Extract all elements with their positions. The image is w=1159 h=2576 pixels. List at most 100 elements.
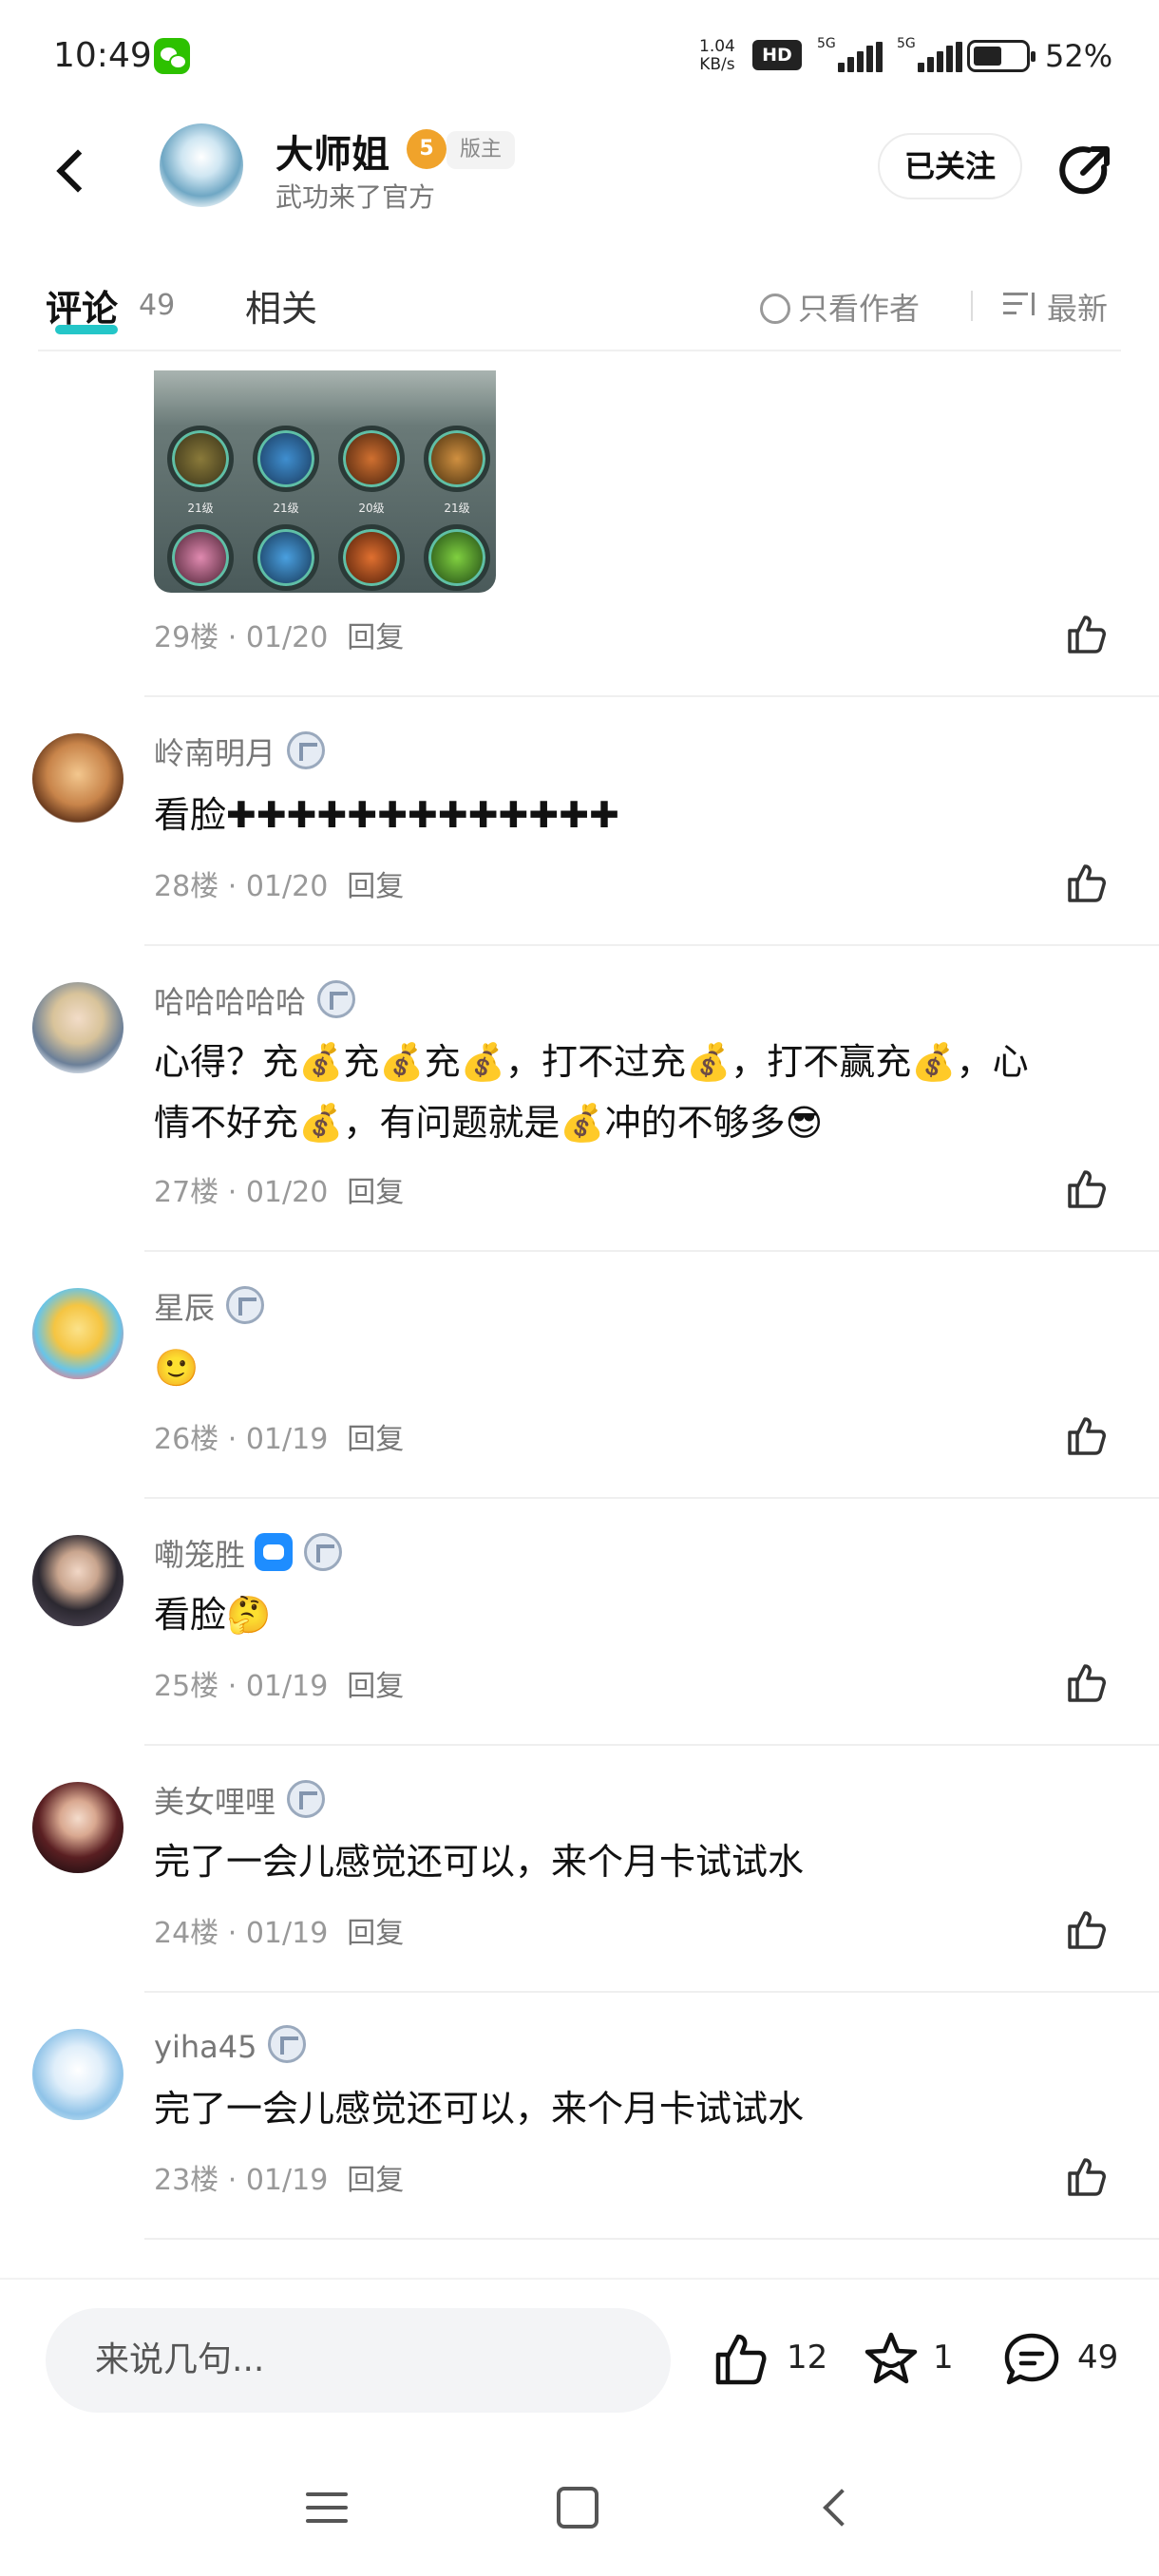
user-level-icon: [287, 1780, 326, 1818]
recent-apps-icon[interactable]: [306, 2487, 348, 2529]
reply-button[interactable]: 回复: [347, 2164, 404, 2197]
comment-input[interactable]: 来说几句...: [46, 2308, 671, 2413]
back-arrow-icon[interactable]: [48, 141, 104, 198]
comment-image[interactable]: 21级 21级 20级 21级: [154, 370, 496, 593]
filter-divider: [971, 291, 973, 321]
user-level-icon: [317, 980, 356, 1018]
reply-button[interactable]: 回复: [347, 1176, 404, 1209]
moderator-badge: 版主: [446, 131, 516, 169]
author-avatar[interactable]: [160, 123, 243, 207]
comment-meta: 25楼 · 01/19 回复: [154, 1670, 405, 1703]
comment-tabs: 评论 49 相关 只看作者 最新: [0, 266, 1159, 342]
like-count: 12: [787, 2339, 828, 2377]
comment-button[interactable]: 49: [1001, 2329, 1134, 2386]
tab-related[interactable]: 相关: [245, 279, 317, 331]
user-avatar[interactable]: [32, 733, 124, 824]
comment-divider: [144, 1744, 1159, 1746]
author-subtitle: 武功来了官方: [276, 181, 436, 213]
author-name[interactable]: 大师姐: [276, 123, 390, 179]
home-icon[interactable]: [557, 2487, 598, 2529]
comment-text: 完了一会儿感觉还可以，来个月卡试试水: [154, 1841, 805, 1883]
comment-username[interactable]: 岭南明月: [154, 729, 326, 773]
sort-latest-button[interactable]: 最新: [1047, 285, 1108, 329]
comment-divider: [144, 1497, 1159, 1499]
comment-divider: [144, 1991, 1159, 1993]
post-header: 大师姐 5 版主 武功来了官方 已关注: [0, 114, 1159, 351]
wechat-notification-icon: [154, 38, 190, 74]
reply-button[interactable]: 回复: [347, 1917, 404, 1950]
comment-meta: 23楼 · 01/19 回复: [154, 2164, 405, 2197]
battery-icon: [967, 40, 1036, 72]
user-avatar[interactable]: [32, 2029, 124, 2120]
user-avatar[interactable]: [32, 982, 124, 1073]
comment-username[interactable]: 美女哩哩: [154, 1778, 326, 1822]
comment-meta: 29楼 · 01/20 回复: [154, 621, 405, 654]
user-level-icon: [287, 731, 326, 769]
comment-text: 心得？充💰充💰充💰，打不过充💰，打不赢充💰，心 情不好充💰，有问题就是💰冲的不够…: [154, 1041, 1029, 1144]
favorite-count: 1: [933, 2339, 954, 2377]
comment-meta: 27楼 · 01/20 回复: [154, 1176, 405, 1209]
comment-count: 49: [1077, 2339, 1119, 2377]
thumbs-up-icon[interactable]: [1064, 1907, 1110, 1953]
user-level-icon: [304, 1533, 343, 1571]
reply-button[interactable]: 回复: [347, 621, 404, 654]
hd-voice-icon: HD: [752, 40, 802, 70]
comment-text: 看脸✚✚✚✚✚✚✚✚✚✚✚✚✚: [154, 794, 619, 836]
status-bar: 10:49 1.04 KB/s HD 5G 5G 52%: [0, 0, 1159, 114]
comment-divider: [144, 2238, 1159, 2240]
network-speed: 1.04 KB/s: [699, 37, 735, 74]
comment-divider: [144, 695, 1159, 697]
sim1-network-label: 5G: [817, 36, 836, 51]
sim2-network-label: 5G: [897, 36, 916, 51]
thumbs-up-icon[interactable]: [1064, 861, 1110, 906]
star-icon: [864, 2332, 918, 2384]
author-only-toggle[interactable]: 只看作者: [760, 285, 920, 329]
active-tab-indicator: [55, 325, 118, 334]
comment-username[interactable]: yiha45: [154, 2025, 307, 2065]
radio-icon: [760, 294, 790, 324]
user-avatar[interactable]: [32, 1782, 124, 1873]
thumbs-up-icon[interactable]: [1064, 1660, 1110, 1706]
comment-username[interactable]: 哈哈哈哈哈: [154, 978, 356, 1022]
comment-username[interactable]: 星辰: [154, 1284, 265, 1328]
thumbs-up-icon[interactable]: [1064, 2154, 1110, 2200]
comment-divider: [144, 1250, 1159, 1252]
tab-comments[interactable]: 评论: [46, 279, 118, 331]
level-badge: 5: [407, 129, 446, 169]
thumbs-up-icon[interactable]: [1064, 1413, 1110, 1459]
comment-divider: [144, 944, 1159, 946]
thumbs-up-icon[interactable]: [1064, 1166, 1110, 1212]
user-level-icon: [226, 1286, 265, 1324]
signal-strength-icon: [838, 42, 884, 72]
verified-gamer-icon: [255, 1533, 294, 1571]
status-time: 10:49: [53, 36, 152, 75]
reply-button[interactable]: 回复: [347, 1670, 404, 1703]
signal-strength-icon: [918, 42, 963, 72]
comment-meta: 24楼 · 01/19 回复: [154, 1917, 405, 1950]
user-avatar[interactable]: [32, 1288, 124, 1379]
system-navigation-bar: [0, 2449, 1159, 2576]
comment-meta: 26楼 · 01/19 回复: [154, 1423, 405, 1456]
reply-button[interactable]: 回复: [347, 870, 404, 903]
like-post-button[interactable]: 12: [711, 2329, 844, 2386]
thumbs-up-icon[interactable]: [1064, 612, 1110, 657]
sort-icon[interactable]: [1003, 291, 1037, 321]
comments-count: 49: [139, 289, 176, 322]
comment-text: 完了一会儿感觉还可以，来个月卡试试水: [154, 2088, 805, 2130]
comment-bubble-icon: [1004, 2333, 1059, 2385]
reply-button[interactable]: 回复: [347, 1423, 404, 1456]
battery-percentage: 52%: [1045, 38, 1113, 74]
comment-text: 看脸🤔: [154, 1594, 272, 1636]
comment-meta: 28楼 · 01/20 回复: [154, 870, 405, 903]
bottom-action-bar: 来说几句... 12 1 49: [0, 2278, 1159, 2449]
share-icon[interactable]: [1054, 139, 1117, 201]
follow-button[interactable]: 已关注: [878, 133, 1022, 199]
favorite-button[interactable]: 1: [861, 2329, 965, 2386]
comment-username[interactable]: 嘞笼胜: [154, 1531, 343, 1575]
system-back-icon[interactable]: [815, 2487, 857, 2529]
user-avatar[interactable]: [32, 1535, 124, 1626]
comment-list: 21级 21级 20级 21级 29楼 · 01/20 回复 岭南明月 看脸✚✚✚…: [0, 370, 1159, 2278]
user-level-icon: [268, 2025, 307, 2063]
thumbs-up-icon: [715, 2334, 767, 2385]
header-divider: [38, 350, 1121, 351]
